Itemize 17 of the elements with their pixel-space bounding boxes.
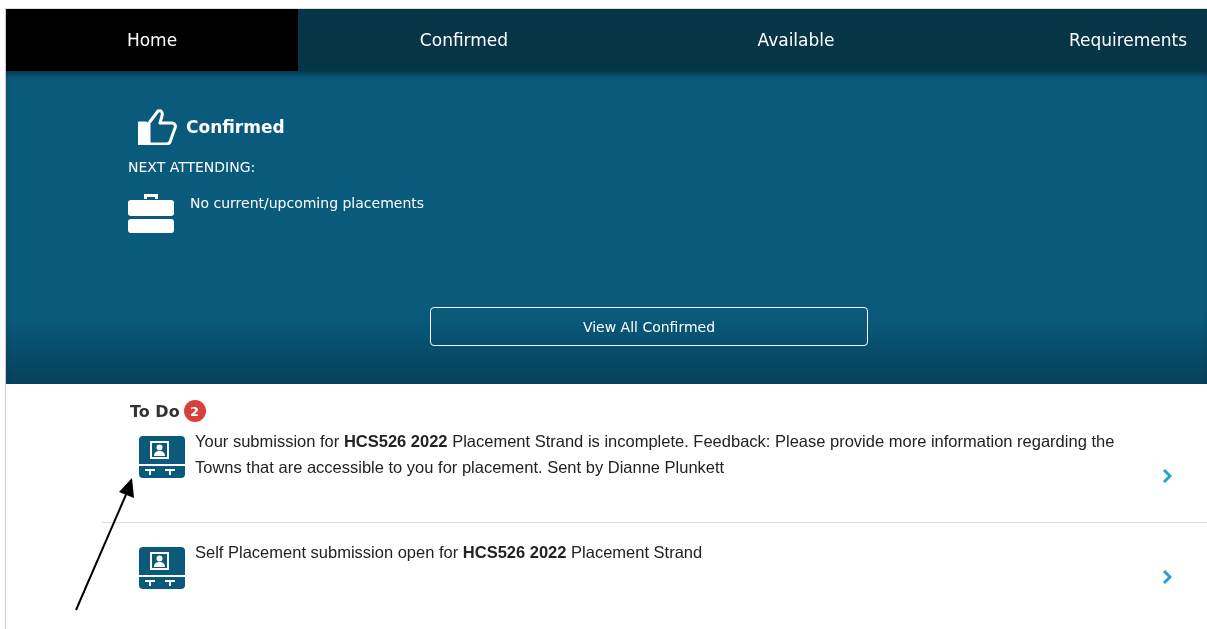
nav-tab[interactable]: Home [6,9,298,71]
chevron-right-icon [1162,469,1172,483]
id-card-icon [139,547,185,589]
todo-item[interactable]: Your submission for HCS526 2022 Placement Strand is incomplete. Feedback: Please provide more information regarding the Towns that are accessible to you for placement. Sent by Dianne Plunkett [6,422,1207,522]
briefcase-icon [128,191,174,233]
placement-status: No current/upcoming placements [190,195,425,211]
todo-heading: To Do [130,401,180,421]
todo-message: Self Placement submission open for HCS526 2022 Placement Strand [195,542,704,563]
id-card-icon [139,436,185,478]
chevron-right-icon [1162,569,1172,584]
count-badge: 2 [183,400,206,422]
todo-item[interactable]: Self Placement submission open for HCS526 2022 Placement Strand [102,522,1207,622]
next-attending-label: NEXT ATTENDING: [128,159,257,175]
view-all-confirmed-button[interactable]: View All Confirmed [430,307,868,346]
confirmed-heading: Confirmed [186,117,285,137]
todo-message: Your submission for HCS526 2022 Placement Strand is incomplete. Feedback: Please provide more information regarding the Towns that are accessible to you for placement. Sent by Dianne Plunkett [195,431,1115,478]
thumbs-up-icon [138,109,178,145]
